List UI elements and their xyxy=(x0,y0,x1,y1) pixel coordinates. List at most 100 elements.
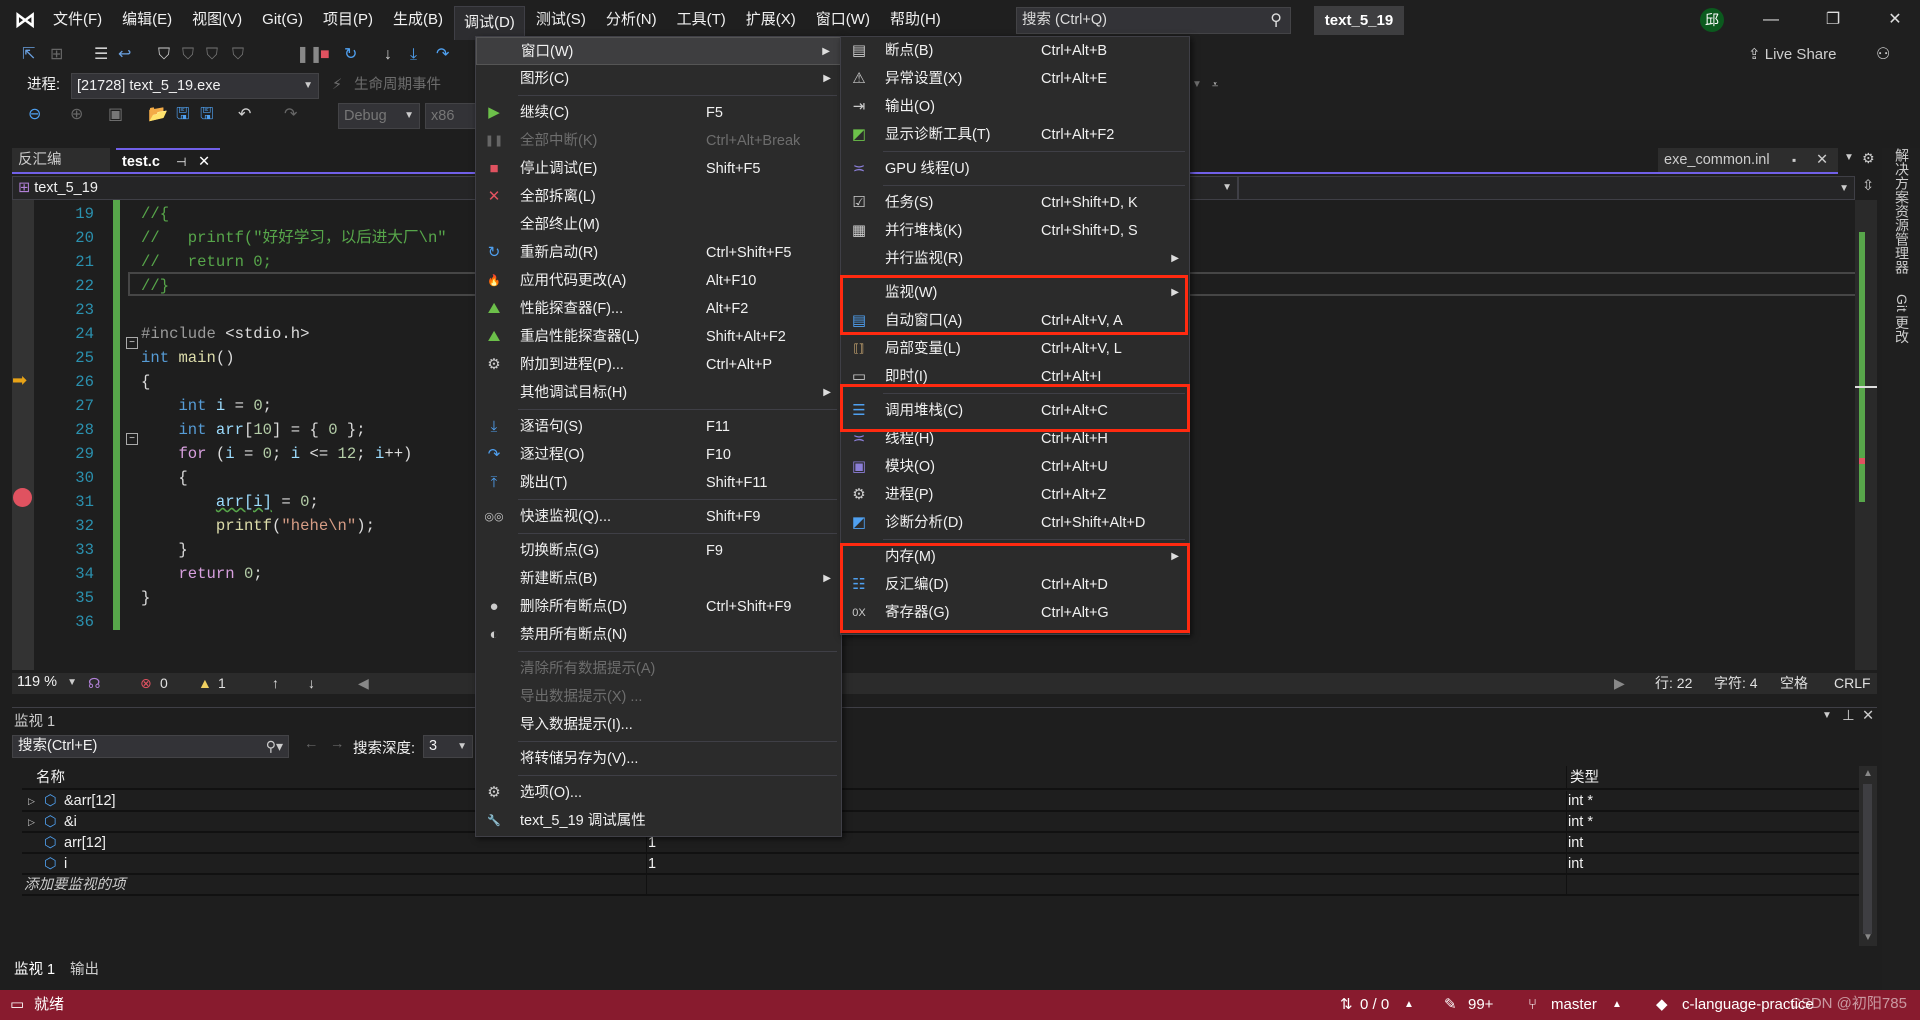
scroll-left-icon[interactable]: ◀ xyxy=(358,673,369,694)
column-divider[interactable] xyxy=(1566,766,1567,790)
menu-item[interactable]: ⚠ 异常设置(X) Ctrl+Alt+E xyxy=(841,65,1189,93)
pending-changes[interactable]: 99+ xyxy=(1468,990,1493,1020)
menu-item[interactable]: ◎◎ 快速监视(Q)... Shift+F9 xyxy=(476,503,841,531)
error-count[interactable]: 0 xyxy=(160,673,168,694)
toolbar-overflow-icon[interactable]: ⩡ xyxy=(1212,73,1218,97)
menu-item[interactable]: ↷ 逐过程(O) F10 xyxy=(476,441,841,469)
close-tab-icon[interactable]: ✕ xyxy=(1816,148,1828,172)
bookmark-icon[interactable]: ⛉ xyxy=(158,45,170,65)
menu-7[interactable]: 测试(S) xyxy=(527,6,595,34)
menu-item[interactable]: ⟦⟧ 局部变量(L) Ctrl+Alt+V, L xyxy=(841,335,1189,363)
menu-item[interactable]: 导入数据提示(I)... xyxy=(476,711,841,739)
editor-vertical-scrollbar[interactable] xyxy=(1855,200,1877,670)
menu-8[interactable]: 分析(N) xyxy=(597,6,666,34)
menu-1[interactable]: 编辑(E) xyxy=(113,6,181,34)
show-next-icon[interactable]: ↓ xyxy=(384,45,392,65)
menu-item[interactable]: ⤓ 逐语句(S) F11 xyxy=(476,413,841,441)
scroll-thumb[interactable] xyxy=(1863,784,1872,934)
member-dropdown[interactable]: ▼ xyxy=(1238,176,1855,200)
branch-name[interactable]: master xyxy=(1551,990,1597,1020)
menu-item[interactable]: ▦ 并行堆栈(K) Ctrl+Shift+D, S xyxy=(841,217,1189,245)
scroll-right-icon[interactable]: ▶ xyxy=(1614,673,1625,694)
collapse-for-icon[interactable]: − xyxy=(126,433,138,445)
menu-item[interactable]: 切换断点(G) F9 xyxy=(476,537,841,565)
search-depth-dropdown[interactable]: 3 ▼ xyxy=(423,735,473,758)
open-file-icon[interactable]: 📂 xyxy=(148,105,168,125)
menu-item[interactable]: ⛰ 重启性能探查器(L) Shift+Alt+F2 xyxy=(476,323,841,351)
warning-count[interactable]: 1 xyxy=(218,673,226,694)
zoom-dropdown[interactable]: 119 % ▼ xyxy=(12,673,82,694)
panel-menu-icon[interactable]: ▼ xyxy=(1822,710,1832,721)
platform-dropdown[interactable]: x86 xyxy=(425,103,477,129)
menu-item[interactable]: ⇥ 输出(O) xyxy=(841,93,1189,121)
minimize-button[interactable]: — xyxy=(1756,6,1786,34)
redo-icon[interactable]: ↷ xyxy=(284,105,297,125)
menu-3[interactable]: Git(G) xyxy=(253,6,312,34)
step-back-icon[interactable]: ↩ xyxy=(118,45,131,65)
menu-item[interactable]: ▶ 继续(C) F5 xyxy=(476,99,841,127)
expand-icon[interactable]: ▷ xyxy=(28,791,35,811)
search-back-icon[interactable]: ← xyxy=(304,736,319,752)
tab-test-c[interactable]: test.c ⊣ ✕ xyxy=(116,148,220,173)
sync-count[interactable]: 0 / 0 xyxy=(1360,990,1389,1020)
watch-scrollbar[interactable]: ▲ ▼ xyxy=(1859,766,1877,946)
close-tab-icon[interactable]: ✕ xyxy=(198,150,210,174)
hex-display-icon[interactable]: ⊞ xyxy=(50,45,63,65)
chevron-down-icon[interactable]: ▼ xyxy=(1192,73,1202,97)
collapse-main-icon[interactable]: − xyxy=(126,337,138,349)
undo-icon[interactable]: ↶ xyxy=(238,105,251,125)
split-editor-icon[interactable]: ⇳ xyxy=(1862,178,1874,194)
menu-item[interactable]: 其他调试目标(H) ▶ xyxy=(476,379,841,407)
pin-icon[interactable]: ⊥ xyxy=(1842,708,1855,724)
tab-list-dropdown-icon[interactable]: ▼ xyxy=(1844,152,1854,163)
close-panel-icon[interactable]: ✕ xyxy=(1862,708,1874,724)
menu-item[interactable]: 并行监视(R) ▶ xyxy=(841,245,1189,273)
scroll-down-icon[interactable]: ▼ xyxy=(1863,932,1873,943)
watch-name[interactable]: &arr[12] xyxy=(64,791,116,811)
tab-output[interactable]: 输出 xyxy=(70,958,99,982)
save-all-icon[interactable]: 🖫 xyxy=(200,105,214,125)
account-icon[interactable]: ⚇ xyxy=(1876,45,1890,65)
pencil-icon[interactable]: ✎ xyxy=(1444,990,1457,1020)
menu-item[interactable]: 将转储另存为(V)... xyxy=(476,745,841,773)
menu-item[interactable]: ◐ 禁用所有断点(N) xyxy=(476,621,841,649)
solution-explorer-tab[interactable]: 解决方案资源管理器 xyxy=(1892,148,1912,274)
menu-2[interactable]: 视图(V) xyxy=(183,6,251,34)
menu-item[interactable]: ☑ 任务(S) Ctrl+Shift+D, K xyxy=(841,189,1189,217)
menu-item[interactable]: ◩ 显示诊断工具(T) Ctrl+Alt+F2 xyxy=(841,121,1189,149)
watch-value[interactable]: 1 xyxy=(648,854,656,874)
restore-button[interactable]: ❐ xyxy=(1818,6,1848,34)
tab-exe-common[interactable]: exe_common.inl ▪ ✕ xyxy=(1658,148,1838,173)
clear-bookmarks-icon[interactable]: ⛉ xyxy=(232,45,244,65)
configuration-dropdown[interactable]: Debug ▼ xyxy=(338,103,420,129)
watch-row[interactable]: ⬡ i 1 int xyxy=(22,854,1867,875)
menu-item[interactable]: ❚❚ 全部中断(K) Ctrl+Alt+Break xyxy=(476,127,841,155)
prev-bookmark-icon[interactable]: ⛉ xyxy=(182,45,194,65)
watch-row[interactable]: ▷ ⬡ &arr[12] int * xyxy=(22,791,1867,812)
navigate-back-icon[interactable]: ⊖ xyxy=(28,105,41,125)
menu-item[interactable]: 图形(C) ▶ xyxy=(476,65,841,93)
chevron-up-icon[interactable]: ▲ xyxy=(1404,990,1414,1020)
menu-item[interactable]: 🔧 text_5_19 调试属性 xyxy=(476,807,841,835)
menu-item[interactable]: ▤ 断点(B) Ctrl+Alt+B xyxy=(841,37,1189,65)
menu-item[interactable]: ↻ 重新启动(R) Ctrl+Shift+F5 xyxy=(476,239,841,267)
show-next-statement-icon[interactable]: ☰ xyxy=(94,45,108,65)
menu-9[interactable]: 工具(T) xyxy=(668,6,735,34)
menu-item[interactable]: ◩ 诊断分析(D) Ctrl+Shift+Alt+D xyxy=(841,509,1189,537)
save-icon[interactable]: 🖫 xyxy=(176,105,190,125)
add-watch-placeholder[interactable]: 添加要监视的项 xyxy=(24,875,126,895)
watch-row[interactable]: ⬡ arr[12] 1 int xyxy=(22,833,1867,854)
pin-icon[interactable]: ▪ xyxy=(1792,148,1796,172)
repo-icon[interactable]: ◆ xyxy=(1656,990,1668,1020)
new-project-icon[interactable]: ▣ xyxy=(108,105,123,125)
branch-icon[interactable]: ⑂ xyxy=(1528,990,1537,1020)
watch-search-input[interactable]: 搜索(Ctrl+E) ⚲▾ xyxy=(12,735,289,758)
column-indicator[interactable]: 字符: 4 xyxy=(1714,673,1758,694)
step-into-icon[interactable]: ⤓ xyxy=(410,45,417,65)
menu-item[interactable]: ▣ 模块(O) Ctrl+Alt+U xyxy=(841,453,1189,481)
lifecycle-events-button[interactable]: 生命周期事件 xyxy=(354,73,441,97)
menu-item[interactable]: ■ 停止调试(E) Shift+F5 xyxy=(476,155,841,183)
pause-icon[interactable]: ❚❚ xyxy=(296,45,323,65)
breakpoint-icon[interactable] xyxy=(13,488,32,507)
menu-item[interactable]: ⤒ 跳出(T) Shift+F11 xyxy=(476,469,841,497)
